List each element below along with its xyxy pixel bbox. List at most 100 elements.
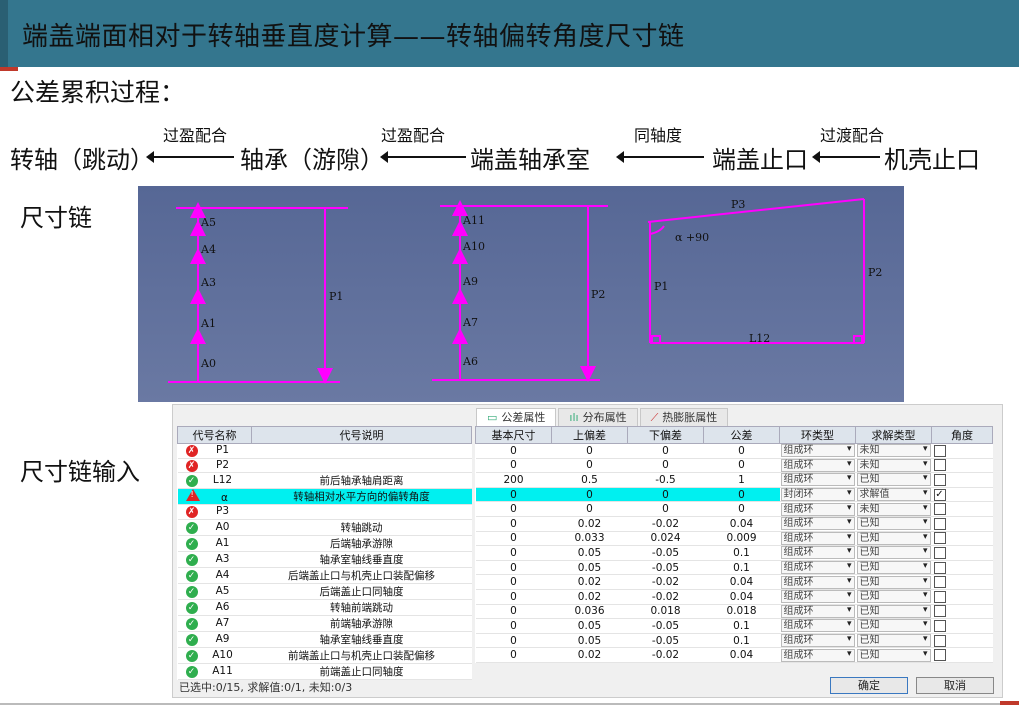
table-row[interactable]: ✗ P2 <box>177 458 472 474</box>
col-header-basic[interactable]: 基本尺寸 <box>475 426 552 444</box>
col-header-ring[interactable]: 环类型 <box>779 426 856 444</box>
lower-cell[interactable]: 0 <box>627 443 704 459</box>
solve-type-select[interactable]: 已知 <box>856 473 931 487</box>
ring-type-select[interactable]: 组成环 <box>780 546 855 560</box>
upper-cell[interactable]: 0.05 <box>551 618 628 634</box>
solve-type-select[interactable]: 已知 <box>856 575 931 589</box>
angle-checkbox[interactable] <box>933 576 946 589</box>
col-header-tol[interactable]: 公差 <box>703 426 780 444</box>
basic-cell[interactable]: 0 <box>475 531 552 547</box>
tol-cell[interactable]: 0.04 <box>703 647 780 663</box>
desc-cell[interactable]: 后端盖止口同轴度 <box>251 583 472 600</box>
table-row[interactable]: ✓ A3 轴承室轴线垂直度 <box>177 551 472 568</box>
upper-cell[interactable]: 0.036 <box>551 604 628 620</box>
ring-type-select[interactable]: 组成环 <box>780 561 855 575</box>
angle-checkbox[interactable] <box>933 517 946 530</box>
code-cell[interactable]: ✗ P1 <box>177 443 252 459</box>
tol-cell[interactable]: 0.04 <box>703 516 780 532</box>
solve-type-select[interactable]: 未知 <box>856 444 931 458</box>
table-row[interactable]: 0000组成环未知 <box>475 501 993 517</box>
upper-cell[interactable]: 0.05 <box>551 560 628 576</box>
table-row[interactable]: 00.02-0.020.04组成环已知 <box>475 516 993 532</box>
tol-cell[interactable]: 0.1 <box>703 633 780 649</box>
col-header-solve[interactable]: 求解类型 <box>855 426 932 444</box>
angle-checkbox[interactable] <box>933 590 946 603</box>
table-row[interactable]: 0000组成环未知 <box>475 458 993 474</box>
table-row[interactable]: ✓ A4 后端盖止口与机壳止口装配偏移 <box>177 567 472 584</box>
tab-thermal[interactable]: ⟋ 热膨胀属性 <box>639 408 729 426</box>
code-cell[interactable]: ! α <box>177 488 252 506</box>
tab-distribution[interactable]: ılı 分布属性 <box>558 408 638 426</box>
upper-cell[interactable]: 0 <box>551 501 628 517</box>
lower-cell[interactable]: -0.02 <box>627 589 704 605</box>
table-row[interactable]: 00.0360.0180.018组成环已知 <box>475 604 993 620</box>
desc-cell[interactable] <box>251 458 472 474</box>
table-row[interactable]: ! α 转轴相对水平方向的偏转角度 <box>177 488 472 506</box>
code-cell[interactable]: ✓ A9 <box>177 631 252 648</box>
desc-cell[interactable] <box>251 504 472 520</box>
table-row[interactable]: 00.05-0.050.1组成环已知 <box>475 618 993 634</box>
code-cell[interactable]: ✓ A6 <box>177 599 252 616</box>
solve-type-select[interactable]: 已知 <box>856 561 931 575</box>
desc-cell[interactable]: 转轴跳动 <box>251 519 472 536</box>
col-header-lower[interactable]: 下偏差 <box>627 426 704 444</box>
basic-cell[interactable]: 0 <box>475 487 552 503</box>
desc-cell[interactable]: 前后轴承轴肩距离 <box>251 472 472 490</box>
angle-checkbox[interactable] <box>933 473 946 486</box>
table-row[interactable]: 00.02-0.020.04组成环已知 <box>475 574 993 590</box>
lower-cell[interactable]: 0 <box>627 501 704 517</box>
solve-type-select[interactable]: 未知 <box>856 502 931 516</box>
lower-cell[interactable]: -0.02 <box>627 574 704 590</box>
angle-checkbox[interactable] <box>933 503 946 516</box>
basic-cell[interactable]: 0 <box>475 633 552 649</box>
code-cell[interactable]: ✓ L12 <box>177 472 252 490</box>
ok-button[interactable]: 确定 <box>830 677 908 694</box>
upper-cell[interactable]: 0.02 <box>551 574 628 590</box>
desc-cell[interactable]: 前端盖止口同轴度 <box>251 663 472 680</box>
ring-type-select[interactable]: 组成环 <box>780 531 855 545</box>
angle-checkbox[interactable] <box>933 619 946 632</box>
angle-checkbox[interactable] <box>933 459 946 472</box>
lower-cell[interactable]: -0.5 <box>627 472 704 488</box>
upper-cell[interactable]: 0.05 <box>551 633 628 649</box>
desc-cell[interactable] <box>251 443 472 459</box>
angle-checkbox[interactable] <box>933 634 946 647</box>
table-row[interactable]: 00.0330.0240.009组成环已知 <box>475 531 993 547</box>
desc-cell[interactable]: 前端轴承游隙 <box>251 615 472 632</box>
angle-checkbox[interactable] <box>933 649 946 662</box>
col-header-angle[interactable]: 角度 <box>931 426 993 444</box>
angle-checkbox[interactable]: ✓ <box>933 488 946 501</box>
upper-cell[interactable]: 0 <box>551 458 628 474</box>
tol-cell[interactable]: 0 <box>703 501 780 517</box>
solve-type-select[interactable]: 已知 <box>856 604 931 618</box>
basic-cell[interactable]: 0 <box>475 574 552 590</box>
table-row[interactable]: ✗ P3 <box>177 504 472 520</box>
tol-cell[interactable]: 0 <box>703 443 780 459</box>
solve-type-select[interactable]: 已知 <box>856 531 931 545</box>
table-row[interactable]: 00.02-0.020.04组成环已知 <box>475 589 993 605</box>
tol-cell[interactable]: 0.1 <box>703 618 780 634</box>
basic-cell[interactable]: 0 <box>475 618 552 634</box>
table-row[interactable]: ✓ A10 前端盖止口与机壳止口装配偏移 <box>177 647 472 664</box>
lower-cell[interactable]: -0.02 <box>627 647 704 663</box>
tol-cell[interactable]: 0.1 <box>703 545 780 561</box>
code-cell[interactable]: ✗ P2 <box>177 458 252 474</box>
desc-cell[interactable]: 转轴前端跳动 <box>251 599 472 616</box>
code-cell[interactable]: ✗ P3 <box>177 504 252 520</box>
table-row[interactable]: ✓ L12 前后轴承轴肩距离 <box>177 472 472 490</box>
col-header-upper[interactable]: 上偏差 <box>551 426 628 444</box>
ring-type-select[interactable]: 组成环 <box>780 458 855 472</box>
ring-type-select[interactable]: 组成环 <box>780 444 855 458</box>
lower-cell[interactable]: -0.05 <box>627 618 704 634</box>
table-row[interactable]: 0000封闭环求解值✓ <box>475 487 993 503</box>
angle-checkbox[interactable] <box>933 444 946 457</box>
tol-cell[interactable]: 0.009 <box>703 531 780 547</box>
solve-type-select[interactable]: 求解值 <box>856 488 931 502</box>
table-row[interactable]: ✗ P1 <box>177 443 472 459</box>
basic-cell[interactable]: 0 <box>475 545 552 561</box>
table-row[interactable]: 00.02-0.020.04组成环已知 <box>475 647 993 663</box>
table-row[interactable]: 2000.5-0.51组成环已知 <box>475 472 993 488</box>
upper-cell[interactable]: 0.02 <box>551 589 628 605</box>
desc-cell[interactable]: 转轴相对水平方向的偏转角度 <box>251 488 472 506</box>
ring-type-select[interactable]: 组成环 <box>780 590 855 604</box>
